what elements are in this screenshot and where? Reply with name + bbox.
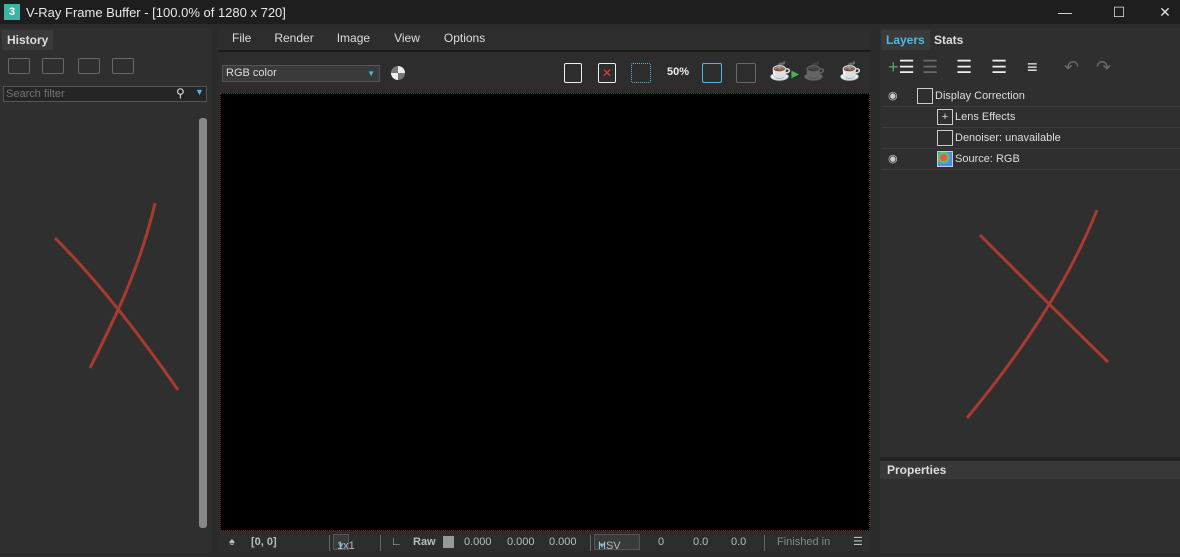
search-icon: ⚲ bbox=[176, 86, 185, 100]
render-icon[interactable]: ☕ bbox=[839, 61, 861, 82]
maximize-button[interactable]: ☐ bbox=[1096, 0, 1142, 24]
ab-compare-icon[interactable] bbox=[42, 58, 64, 74]
lens-effects-icon: + bbox=[937, 109, 953, 125]
layer-label: Display Correction bbox=[935, 90, 1025, 102]
eye-icon[interactable]: ◉ bbox=[888, 86, 898, 107]
save-layers-icon[interactable]: ☰ bbox=[956, 57, 972, 78]
load-layers-icon[interactable]: ☰ bbox=[991, 57, 1007, 78]
red-value: 0.000 bbox=[464, 536, 492, 548]
delete-layer-icon[interactable]: ☰ bbox=[922, 57, 938, 78]
color-clamp-icon[interactable] bbox=[391, 66, 405, 80]
load-history-icon[interactable] bbox=[78, 58, 100, 74]
annotation-x-mark bbox=[53, 202, 180, 391]
tab-stats[interactable]: Stats bbox=[929, 30, 968, 50]
channel-select[interactable]: RGB color ▼ bbox=[222, 65, 380, 82]
delete-history-icon[interactable] bbox=[112, 58, 134, 74]
value-value: 0.0 bbox=[731, 536, 747, 548]
annotation-x-mark bbox=[965, 209, 1110, 419]
layer-lens-effects[interactable]: + Lens Effects bbox=[882, 107, 1180, 128]
color-mode-value: HSV bbox=[598, 540, 621, 552]
chevron-down-icon[interactable]: ▼ bbox=[195, 87, 204, 97]
close-button[interactable]: ✕ bbox=[1142, 0, 1180, 24]
color-mode-select[interactable]: HSV ▼ bbox=[594, 534, 640, 552]
denoiser-icon bbox=[937, 130, 953, 146]
track-mouse-icon[interactable] bbox=[736, 63, 756, 83]
minimize-button[interactable]: — bbox=[1042, 0, 1088, 24]
interactive-render-icon[interactable]: ☕▶ bbox=[769, 61, 799, 82]
status-bar: ♠ [0, 0] 1x1 ▼ ∟ Raw 0.000 0.000 0.000 H… bbox=[219, 531, 871, 553]
saturation-value: 0.0 bbox=[693, 536, 709, 548]
eye-icon[interactable]: ◉ bbox=[888, 149, 898, 170]
layer-label: Source: RGB bbox=[955, 153, 1020, 165]
blue-value: 0.000 bbox=[549, 536, 577, 548]
channel-select-value: RGB color bbox=[226, 67, 277, 79]
save-history-icon[interactable] bbox=[8, 58, 30, 74]
zoom-value: 1x1 bbox=[337, 540, 355, 552]
color-swatch bbox=[443, 536, 454, 548]
save-image-icon[interactable] bbox=[564, 63, 582, 83]
green-value: 0.000 bbox=[507, 536, 535, 548]
menu-image[interactable]: Image bbox=[337, 28, 370, 50]
layer-source-rgb[interactable]: ◉ Source: RGB bbox=[882, 149, 1180, 170]
title-bar: 3 V-Ray Frame Buffer - [100.0% of 1280 x… bbox=[0, 0, 1180, 24]
log-icon[interactable]: ☰ bbox=[853, 531, 863, 553]
hue-value: 0 bbox=[658, 536, 665, 548]
follow-mouse-icon[interactable] bbox=[702, 63, 722, 83]
tab-layers[interactable]: Layers bbox=[881, 30, 930, 50]
curve-icon bbox=[917, 88, 933, 104]
layer-display-correction[interactable]: ◉ Display Correction bbox=[882, 86, 1180, 107]
pixel-coords: [0, 0] bbox=[251, 536, 277, 548]
redo-icon[interactable]: ↷ bbox=[1096, 57, 1111, 78]
layer-label: Denoiser: unavailable bbox=[955, 132, 1061, 144]
menu-render[interactable]: Render bbox=[274, 28, 313, 50]
pin-icon[interactable]: ♠ bbox=[229, 531, 235, 553]
region-render-icon[interactable] bbox=[631, 63, 651, 83]
render-area: File Render Image View Options RGB color… bbox=[219, 28, 871, 553]
app-logo: 3 bbox=[4, 4, 20, 20]
window-title: V-Ray Frame Buffer - [100.0% of 1280 x 7… bbox=[26, 4, 286, 20]
color-picker-icon[interactable]: ∟ bbox=[391, 531, 402, 553]
menu-view[interactable]: View bbox=[394, 28, 420, 50]
finished-status: Finished in bbox=[777, 536, 831, 548]
layer-denoiser[interactable]: Denoiser: unavailable bbox=[882, 128, 1180, 149]
properties-header: Properties bbox=[880, 461, 1180, 479]
zoom-select[interactable]: 1x1 ▼ bbox=[333, 534, 355, 552]
clear-image-icon[interactable]: ✕ bbox=[598, 63, 616, 83]
menu-file[interactable]: File bbox=[232, 28, 251, 50]
rgb-source-icon bbox=[937, 151, 953, 167]
add-layer-icon[interactable]: +☰ bbox=[888, 57, 915, 78]
layer-list-icon[interactable]: ≡ bbox=[1027, 57, 1038, 78]
scrollbar[interactable] bbox=[199, 118, 207, 528]
test-resolution-icon[interactable]: 50% bbox=[667, 66, 689, 78]
layer-label: Lens Effects bbox=[955, 111, 1016, 123]
raw-label: Raw bbox=[413, 536, 436, 548]
stop-render-icon[interactable]: ☕ bbox=[803, 61, 825, 82]
menu-bar: File Render Image View Options bbox=[219, 28, 871, 52]
tab-history[interactable]: History bbox=[2, 30, 54, 50]
history-panel: History ⚲ ▼ bbox=[0, 28, 212, 553]
render-canvas[interactable] bbox=[220, 93, 870, 531]
undo-icon[interactable]: ↶ bbox=[1064, 57, 1079, 78]
menu-options[interactable]: Options bbox=[444, 28, 485, 50]
chevron-down-icon: ▼ bbox=[367, 69, 375, 78]
